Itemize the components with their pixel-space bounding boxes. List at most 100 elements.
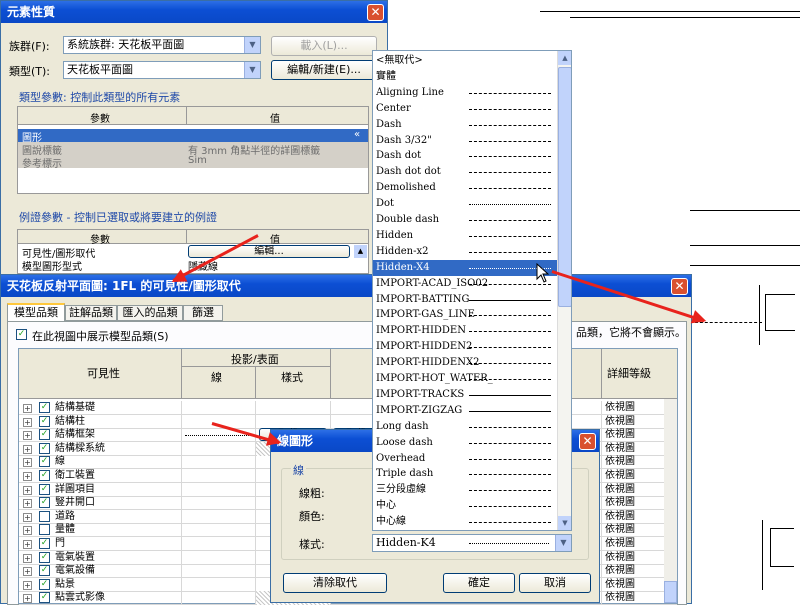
pattern-option[interactable]: 實體	[373, 69, 557, 85]
category-visibility-checkbox[interactable]: ✓	[39, 578, 50, 590]
pattern-option[interactable]: Double dash	[373, 212, 557, 228]
expand-icon[interactable]: +	[23, 567, 32, 577]
scroll-up-icon[interactable]: ▲	[558, 51, 571, 65]
tab-imported-categories[interactable]: 匯入的品類	[117, 305, 183, 321]
tab-model-categories[interactable]: 模型品類	[7, 303, 65, 321]
detail-level[interactable]: 依視圖	[605, 551, 635, 565]
scroll-down-icon[interactable]: ▼	[558, 516, 571, 530]
pattern-option[interactable]: Demolished	[373, 180, 557, 196]
pattern-option[interactable]: Dash	[373, 117, 557, 133]
vg-overrides-close-button[interactable]: ✕	[671, 278, 688, 295]
pattern-option[interactable]: Loose dash	[373, 435, 557, 451]
category-visibility-checkbox[interactable]	[39, 524, 50, 536]
detail-level[interactable]: 依視圖	[605, 455, 635, 469]
family-select[interactable]: 系統族群: 天花板平面圖 ▼	[63, 36, 261, 54]
category-visibility-checkbox[interactable]: ✓	[39, 470, 50, 481]
type-select[interactable]: 天花板平面圖 ▼	[63, 61, 261, 79]
pattern-option[interactable]: Hidden-X4	[373, 259, 557, 276]
pattern-option[interactable]: IMPORT-HIDDEN2	[373, 339, 557, 355]
detail-level[interactable]: 依視圖	[605, 537, 635, 551]
pattern-option[interactable]: Long dash	[373, 419, 557, 435]
detail-level[interactable]: 依視圖	[605, 442, 635, 456]
expand-icon[interactable]: +	[23, 472, 32, 481]
line-graphics-close-button[interactable]: ✕	[579, 433, 596, 450]
category-visibility-checkbox[interactable]: ✓	[39, 497, 50, 509]
element-properties-close-button[interactable]: ✕	[367, 4, 384, 21]
pattern-option[interactable]: IMPORT-ACAD_ISO02	[373, 276, 557, 292]
pattern-option[interactable]: 中心	[373, 498, 557, 514]
pattern-option[interactable]: IMPORT-HOT_WATER_	[373, 371, 557, 387]
detail-level[interactable]: 依視圖	[605, 428, 635, 442]
pattern-option[interactable]: Hidden-x2	[373, 244, 557, 260]
line-pattern-select[interactable]: Hidden-K4 ▼	[372, 534, 572, 552]
detail-level[interactable]: 依視圖	[605, 496, 635, 510]
category-visibility-checkbox[interactable]: ✓	[39, 565, 50, 577]
detail-level[interactable]: 依視圖	[605, 483, 635, 497]
pattern-option[interactable]: Aligning Line	[373, 85, 557, 101]
clear-overrides-button[interactable]: 清除取代	[283, 573, 387, 593]
collapse-icon[interactable]: «	[354, 129, 360, 140]
pattern-option[interactable]: Triple dash	[373, 466, 557, 482]
table-row[interactable]: + ✓ 結構基礎 依視圖	[19, 401, 677, 415]
pattern-option[interactable]: IMPORT-BATTING	[373, 292, 557, 308]
pattern-option[interactable]: IMPORT-TRACKS	[373, 387, 557, 403]
detail-level[interactable]: 依視圖	[605, 510, 635, 524]
pattern-option[interactable]: Dot	[373, 196, 557, 212]
expand-icon[interactable]: +	[23, 526, 32, 536]
pattern-option[interactable]: 三分段虛線	[373, 482, 557, 498]
expand-icon[interactable]: +	[23, 444, 32, 454]
table-row[interactable]: + ✓ 結構柱 依視圖	[19, 414, 677, 429]
pattern-option[interactable]: <無取代>	[373, 53, 557, 69]
pattern-option[interactable]: IMPORT-HIDDENX2	[373, 355, 557, 371]
pattern-option[interactable]: Dash dot	[373, 148, 557, 164]
detail-level[interactable]: 依視圖	[605, 591, 635, 605]
scrollbar-up-icon[interactable]: ▲	[354, 245, 367, 258]
dropdown-scrollbar[interactable]: ▲ ▼	[557, 51, 571, 530]
edit-new-button[interactable]: 編輯/新建(E)...	[271, 60, 377, 80]
pattern-option[interactable]: Dash dot dot	[373, 164, 557, 180]
scrollbar-thumb[interactable]	[558, 67, 571, 307]
expand-icon[interactable]: +	[23, 431, 32, 441]
chevron-down-icon[interactable]: ▼	[244, 37, 260, 53]
detail-level[interactable]: 依視圖	[605, 401, 635, 415]
expand-icon[interactable]: +	[23, 512, 32, 522]
pattern-option[interactable]: Center	[373, 101, 557, 117]
pattern-option[interactable]: Hidden	[373, 228, 557, 244]
ok-button[interactable]: 確定	[443, 573, 515, 593]
scrollbar-thumb[interactable]	[664, 581, 677, 603]
expand-icon[interactable]: +	[23, 499, 32, 509]
category-visibility-checkbox[interactable]: ✓	[39, 415, 50, 427]
category-visibility-checkbox[interactable]: ✓	[39, 551, 50, 563]
scrollbar[interactable]	[664, 399, 677, 603]
chevron-down-icon[interactable]: ▼	[555, 535, 571, 551]
expand-icon[interactable]: +	[23, 485, 32, 495]
vg-edit-button[interactable]: 編輯...	[188, 245, 350, 258]
expand-icon[interactable]: +	[23, 458, 32, 468]
show-model-categories-checkbox[interactable]: ✓	[16, 329, 27, 340]
category-visibility-checkbox[interactable]: ✓	[39, 456, 50, 468]
detail-level[interactable]: 依視圖	[605, 564, 635, 578]
pattern-option[interactable]: IMPORT-GAS_LINE	[373, 307, 557, 323]
tab-filters[interactable]: 篩選	[183, 305, 223, 321]
category-visibility-checkbox[interactable]	[39, 510, 50, 522]
category-visibility-checkbox[interactable]: ✓	[39, 592, 50, 604]
category-visibility-checkbox[interactable]: ✓	[39, 538, 50, 549]
param-row[interactable]: 圖說標籤 有 3mm 角點半徑的詳圖標籤	[18, 142, 368, 157]
category-visibility-checkbox[interactable]: ✓	[39, 429, 50, 441]
group-row-graphics[interactable]: 圖形 «	[18, 129, 368, 144]
category-visibility-checkbox[interactable]: ✓	[39, 442, 50, 454]
pattern-option[interactable]: IMPORT-ZIGZAG	[373, 403, 557, 419]
detail-level[interactable]: 依視圖	[605, 469, 635, 483]
expand-icon[interactable]: +	[23, 540, 32, 549]
load-button[interactable]: 載入(L)...	[271, 36, 377, 56]
expand-icon[interactable]: +	[23, 594, 32, 604]
chevron-down-icon[interactable]: ▼	[244, 62, 260, 78]
expand-icon[interactable]: +	[23, 553, 32, 563]
category-visibility-checkbox[interactable]: ✓	[39, 402, 50, 413]
param-row[interactable]: 參考標示 Sim	[18, 155, 368, 170]
line-pattern-dropdown[interactable]: <無取代> 實體 Aligning Line Center Dash Dash 3/32"…	[372, 50, 572, 531]
pattern-option[interactable]: 中心線	[373, 514, 557, 530]
detail-level[interactable]: 依視圖	[605, 578, 635, 592]
tab-annotation-categories[interactable]: 註解品類	[65, 305, 117, 321]
category-visibility-checkbox[interactable]: ✓	[39, 483, 50, 495]
